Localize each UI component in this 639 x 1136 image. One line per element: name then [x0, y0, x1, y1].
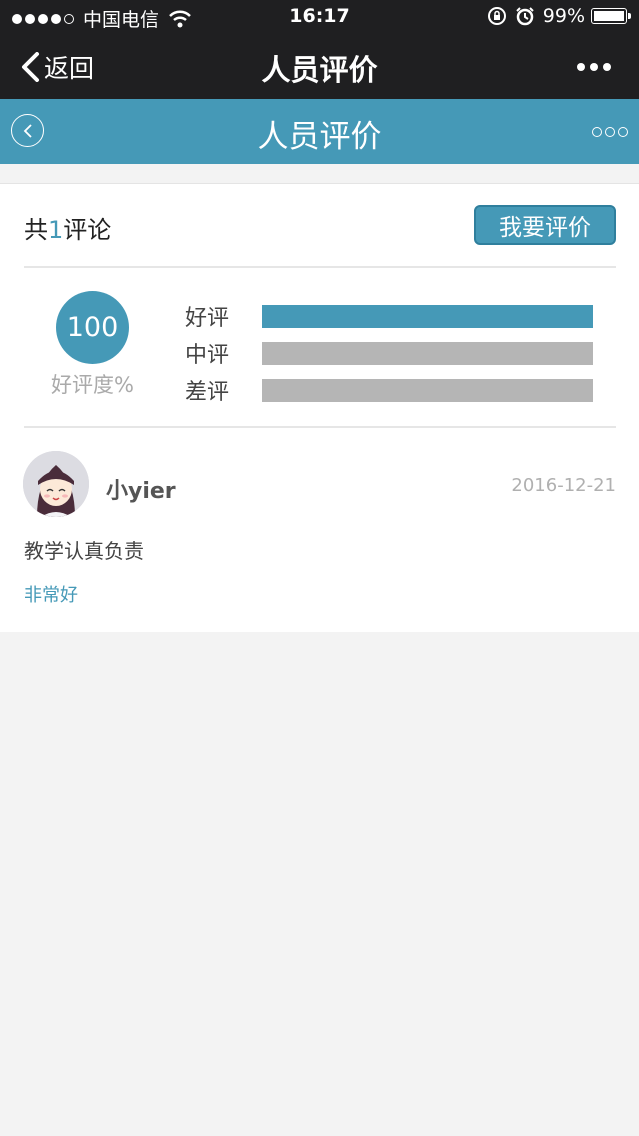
nav-title: 人员评价	[261, 53, 378, 87]
status-bar: 中国电信 16:17 99%	[0, 0, 639, 33]
alarm-icon	[516, 7, 534, 26]
more-circles-icon[interactable]	[589, 127, 628, 137]
status-right: 99%	[487, 5, 631, 27]
rating-bar-medium	[262, 341, 593, 365]
count-number: 1	[48, 216, 64, 244]
review-card: 共1评论 我要评价 100 好评度% 好评 中评 差评 小yier 2016-1…	[0, 183, 639, 632]
rating-row-good: 好评	[185, 301, 593, 331]
reviewer-name: 小yier	[106, 479, 176, 504]
more-dots-icon[interactable]	[572, 63, 611, 71]
rotation-lock-icon	[487, 7, 506, 25]
rating-row-medium: 中评	[185, 338, 593, 368]
score-circle: 100	[56, 291, 129, 364]
rating-row-bad: 差评	[185, 375, 593, 405]
review-count: 共1评论	[24, 210, 111, 245]
divider	[24, 426, 616, 428]
score-label: 好评度%	[51, 373, 134, 397]
count-suffix: 评论	[63, 216, 112, 244]
battery-percent: 99%	[542, 5, 585, 27]
rating-label-medium: 中评	[185, 343, 230, 368]
divider	[24, 266, 616, 268]
page-header: 人员评价	[0, 99, 639, 164]
review-date: 2016-12-21	[511, 475, 616, 496]
review-tag: 非常好	[24, 585, 78, 606]
review-text: 教学认真负责	[24, 539, 144, 563]
wechat-nav-bar: 返回 人员评价	[0, 33, 639, 99]
avatar[interactable]	[23, 451, 89, 517]
battery-icon	[591, 8, 631, 24]
count-prefix: 共	[24, 216, 48, 244]
page-title: 人员评价	[257, 119, 382, 155]
write-review-button[interactable]: 我要评价	[474, 205, 616, 245]
rating-bar-bad	[262, 378, 593, 402]
rating-bar-good	[262, 304, 593, 328]
rating-label-good: 好评	[185, 306, 230, 331]
rating-label-bad: 差评	[185, 380, 230, 405]
